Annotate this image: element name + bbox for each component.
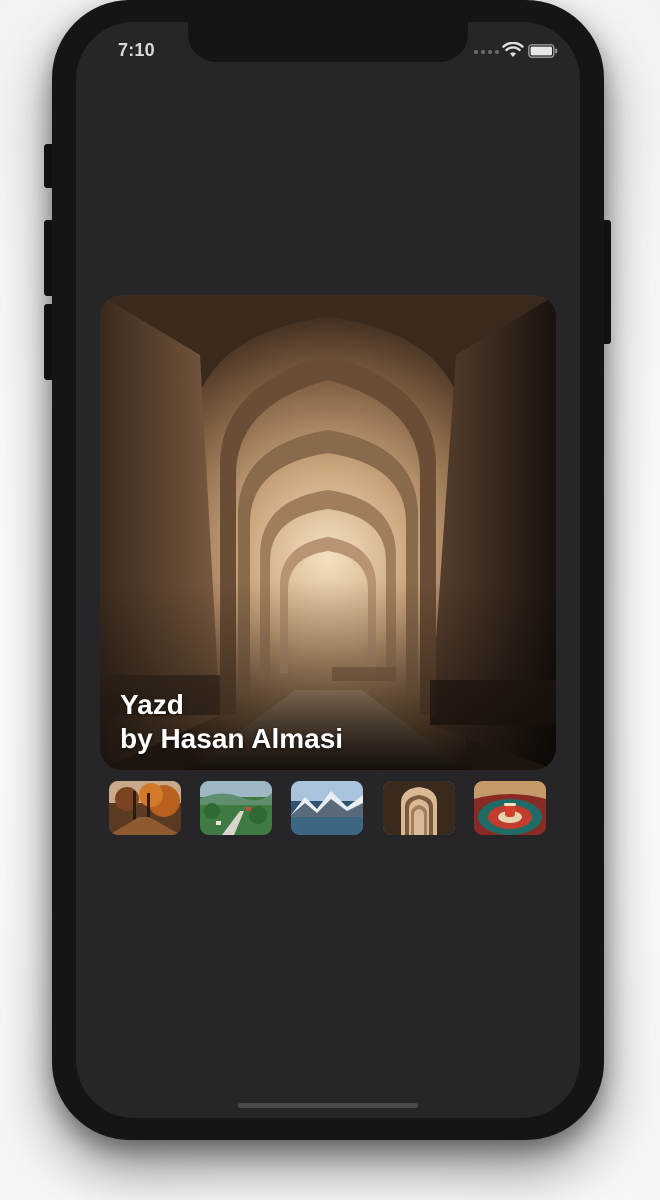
- featured-photo-card[interactable]: Yazd by Hasan Almasi: [100, 295, 556, 770]
- home-indicator[interactable]: [238, 1103, 418, 1108]
- thumbnail-yazd-arches[interactable]: [383, 781, 455, 835]
- hero-byline: by Hasan Almasi: [120, 723, 344, 754]
- wifi-icon: [502, 42, 524, 57]
- yazd-arches-thumb-image: [383, 781, 455, 835]
- thumbnail-autumn-forest[interactable]: [109, 781, 181, 835]
- status-time: 7:10: [118, 40, 155, 60]
- autumn-forest-image: [109, 781, 181, 835]
- notch: [188, 22, 468, 62]
- battery-icon: [528, 44, 558, 58]
- persian-tea-image: [474, 781, 546, 835]
- signal-dots-icon: [474, 50, 499, 54]
- green-valley-image: [200, 781, 272, 835]
- hero-caption: Yazd by Hasan Almasi: [120, 688, 343, 756]
- hero-title: Yazd: [120, 689, 184, 720]
- stage: 7:10 Yazd by Hasan Almasi: [0, 0, 660, 1200]
- snowy-mountains-image: [291, 781, 363, 835]
- thumbnail-green-valley[interactable]: [200, 781, 272, 835]
- thumbnail-persian-tea[interactable]: [474, 781, 546, 835]
- thumbnail-snowy-mountains[interactable]: [291, 781, 363, 835]
